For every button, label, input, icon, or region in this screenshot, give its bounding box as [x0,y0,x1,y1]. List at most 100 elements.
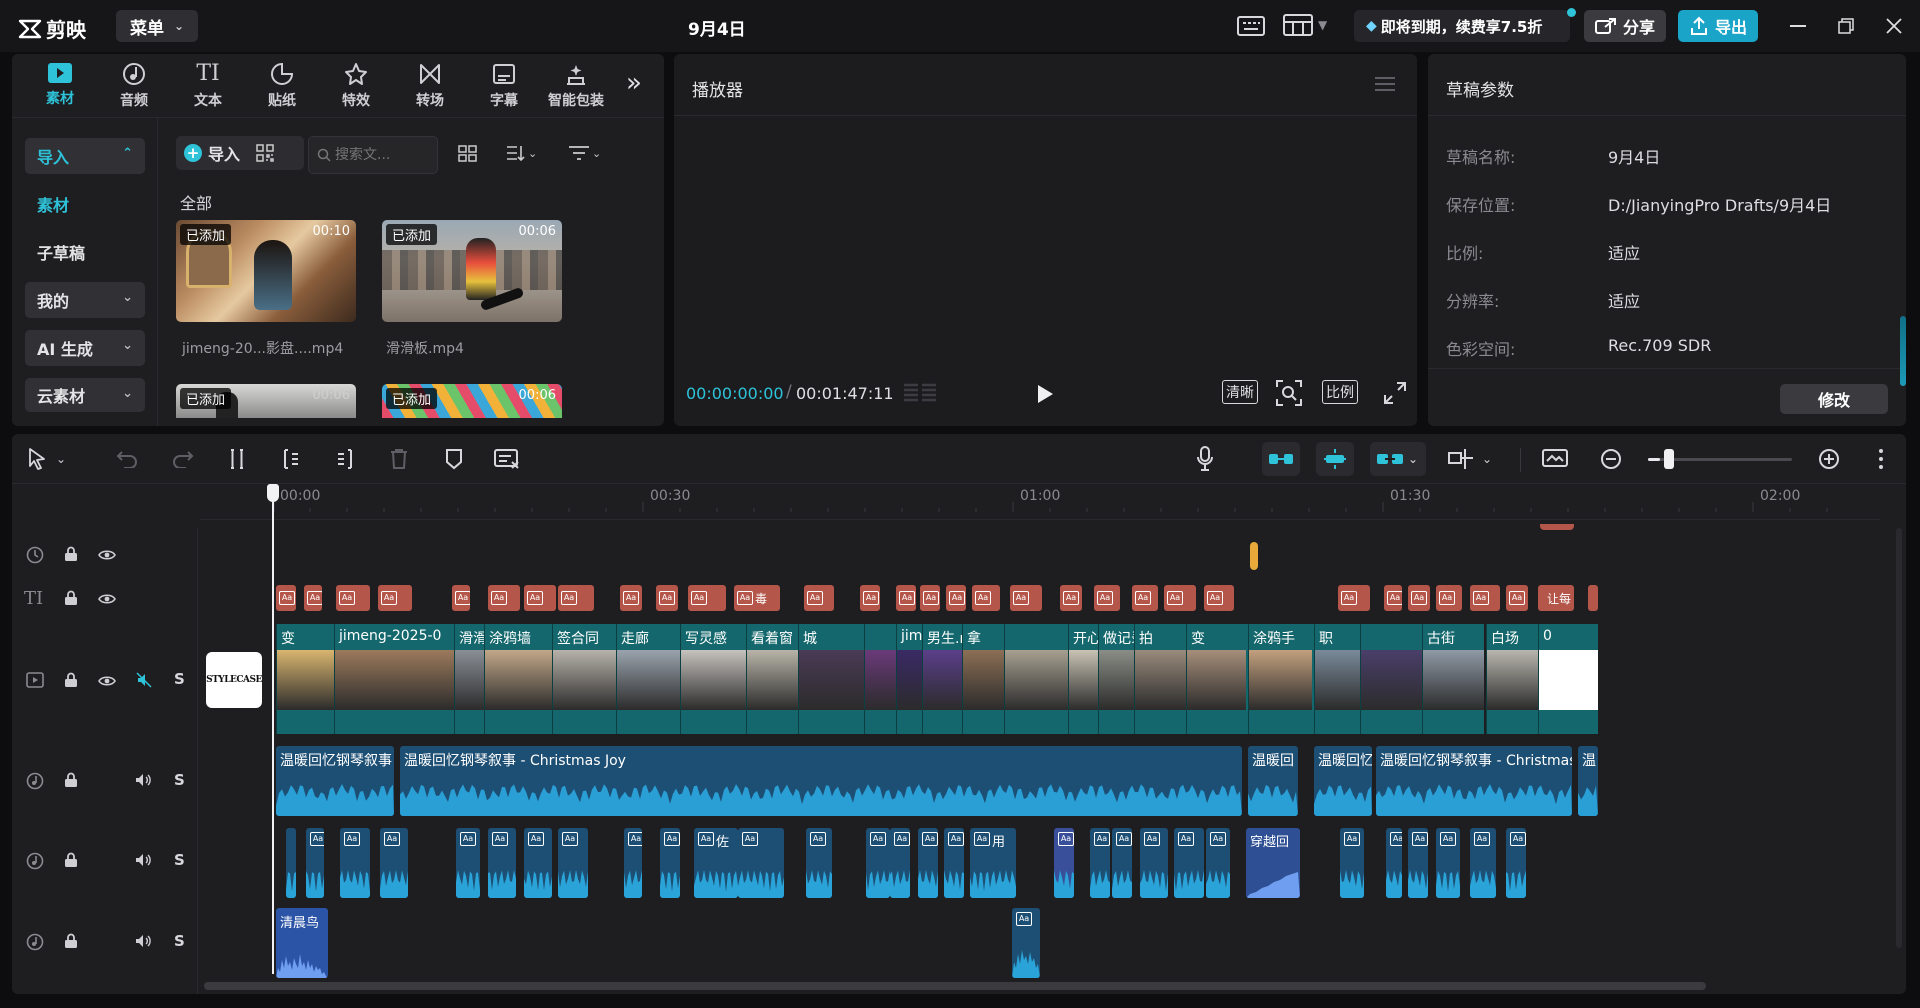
filter-icon[interactable]: ⌄ [568,144,601,162]
text-clip[interactable]: Aa [1060,585,1082,611]
text-clip[interactable]: Aa [896,585,916,611]
text-clip[interactable]: Aa [688,585,726,611]
text-clip[interactable]: Aa [972,585,1000,611]
tab-transition[interactable]: 转场 [400,62,460,118]
sfx-clip[interactable]: Aa [944,828,964,898]
search-box[interactable] [308,136,438,174]
video-clip[interactable] [1360,624,1422,734]
tab-effects[interactable]: 特效 [326,62,386,118]
text-clip[interactable]: Aa [378,585,412,611]
sfx-clip[interactable]: Aa [1012,908,1040,978]
sfx-clip[interactable]: Aa [380,828,408,898]
text-clip[interactable]: Aa [1470,585,1500,611]
text-clip[interactable]: Aa [656,585,678,611]
microphone-icon[interactable] [1196,446,1214,476]
music-clip[interactable]: 温暖回忆 [1314,746,1372,816]
select-tool-icon[interactable]: ⌄ [28,448,66,470]
media-item-3[interactable]: 已添加 00:06 [176,384,356,418]
tab-subtitle[interactable]: 字幕 [474,62,534,118]
video-clip[interactable]: 签合同 [552,624,616,734]
player-viewport[interactable] [674,117,1417,417]
restore-icon[interactable] [1838,18,1854,38]
text-clip[interactable]: Aa [276,585,296,611]
video-clip[interactable]: 古街 [1422,624,1484,734]
timeline-preview-icon[interactable] [1542,448,1570,474]
video-clip[interactable]: 开心.m [1068,624,1098,734]
split-right-icon[interactable] [336,448,354,474]
tab-text[interactable]: TI 文本 [178,62,238,118]
media-item-2[interactable]: 已添加 00:06 [382,220,562,322]
text-clip[interactable]: Aa 毒 [734,585,780,611]
delete-icon[interactable] [390,448,408,474]
mute-track-icon[interactable] [136,672,152,692]
text-clip[interactable]: Aa [452,585,470,611]
auto-caption-icon[interactable] [494,448,520,474]
video-clip[interactable]: jimeng-2025-0 [334,624,454,734]
share-button[interactable]: 分享 [1584,10,1666,42]
lock-icon[interactable] [64,772,78,792]
sfx-clip[interactable]: Aa [918,828,938,898]
lock-icon[interactable] [64,852,78,872]
sort-icon[interactable]: ⌄ [506,144,537,162]
waveform-icon[interactable] [902,381,938,409]
video-clip[interactable]: 职 [1314,624,1360,734]
sfx-clip[interactable]: 穿越回 [1246,828,1300,898]
timeline-scrollbar[interactable] [204,982,1706,990]
lock-icon[interactable] [64,590,78,610]
music-clip[interactable]: 温暖回 [1248,746,1298,816]
text-clip[interactable]: 让每 [1538,585,1574,611]
sfx-clip[interactable]: Aa [558,828,588,898]
video-clip[interactable]: 变 [276,624,334,734]
video-clip[interactable]: 涂鸦墙 [484,624,552,734]
text-clip[interactable]: Aa [860,585,880,611]
video-clip[interactable]: 男生.m [922,624,962,734]
volume-icon[interactable] [134,852,152,872]
lock-icon[interactable] [64,672,78,692]
video-clip[interactable]: 拿 [962,624,1004,734]
playhead[interactable] [272,484,274,974]
sfx-clip[interactable]: Aa 用 [970,828,1016,898]
sfx-clip[interactable]: Aa [738,828,784,898]
sidebar-ai-generate[interactable]: AI 生成 ⌄ [25,330,145,366]
sfx-clip[interactable]: Aa [660,828,680,898]
solo-track-toggle[interactable]: S [174,670,185,688]
sfx-clip[interactable]: Aa [866,828,890,898]
solo-track-toggle[interactable]: S [174,771,185,789]
video-clip[interactable]: 白场 [1486,624,1538,734]
playhead-handle[interactable] [267,484,279,502]
scroll-indicator[interactable] [1900,316,1906,386]
video-clip[interactable] [864,624,896,734]
text-clip[interactable]: Aa [1338,585,1370,611]
text-clip[interactable]: Aa [1204,585,1234,611]
split-icon[interactable] [228,448,246,474]
text-clip[interactable]: Aa [304,585,322,611]
text-clip[interactable]: Aa [804,585,834,611]
effect-marker[interactable] [1250,542,1258,570]
video-clip[interactable]: 拍 [1134,624,1186,734]
video-clip[interactable]: 滑滑板 [454,624,484,734]
video-clip[interactable]: 变 [1186,624,1248,734]
sfx-clip[interactable]: Aa [488,828,516,898]
volume-icon[interactable] [134,933,152,953]
export-button[interactable]: 导出 [1678,10,1758,42]
text-clip[interactable]: Aa [1010,585,1042,611]
video-clip[interactable]: 0 [1538,624,1598,734]
sfx-clip[interactable]: Aa [1470,828,1496,898]
zoom-fit-icon[interactable] [1276,380,1302,410]
layout-icon[interactable]: ▼ [1282,13,1327,37]
video-clip[interactable]: 做记录 [1098,624,1134,734]
text-clip[interactable]: Aa [946,585,966,611]
sfx-clip[interactable]: Aa [1436,828,1460,898]
sfx-clip[interactable]: Aa动 [1054,828,1074,898]
eye-icon[interactable] [98,549,116,565]
video-clip[interactable]: 看着窗 [746,624,798,734]
text-clip[interactable]: Aa [488,585,520,611]
marker-icon[interactable] [444,448,464,474]
sfx-clip[interactable]: Aa [1112,828,1132,898]
lock-icon[interactable] [64,933,78,953]
tab-sticker[interactable]: 贴纸 [252,62,312,118]
text-clip[interactable]: Aa [1094,585,1120,611]
minimize-icon[interactable] [1790,25,1806,27]
text-clip[interactable]: Aa [620,585,642,611]
sidebar-cloud[interactable]: 云素材 ⌄ [25,378,145,412]
